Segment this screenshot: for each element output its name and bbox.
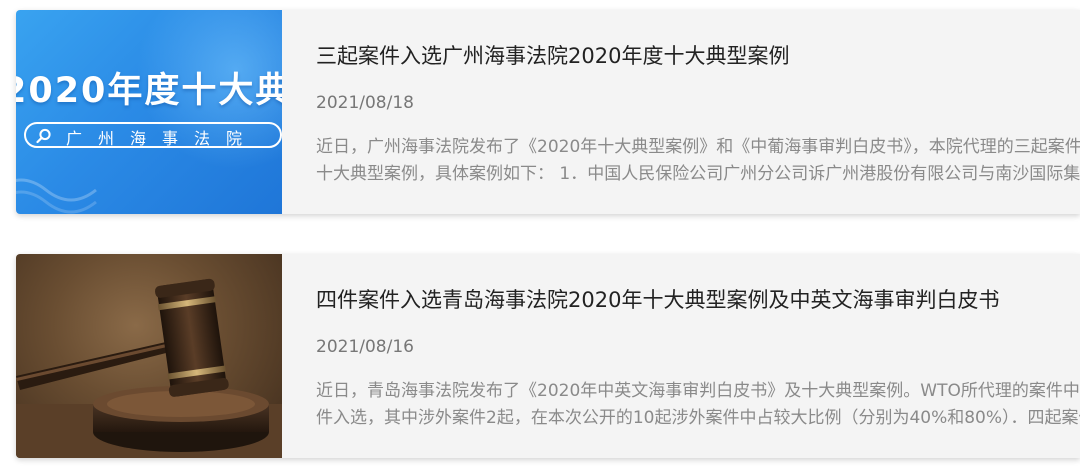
banner-title: 2020年度十大典型案例 — [16, 71, 282, 111]
article-title[interactable]: 三起案件入选广州海事法院2020年度十大典型案例 — [316, 43, 789, 69]
article-list: 2020年度十大典型案例 广州海事法院 三起案件入选广州海事法院2020年度十大… — [0, 0, 1080, 471]
article-card[interactable]: 四件案件入选青岛海事法院2020年十大典型案例及中英文海事审判白皮书 2021/… — [16, 254, 1080, 458]
article-content: 三起案件入选广州海事法院2020年度十大典型案例 2021/08/18 近日，广… — [316, 10, 1080, 214]
banner-court-name: 广州海事法院 — [66, 129, 259, 148]
article-date: 2021/08/16 — [316, 337, 414, 357]
banner-wave-decoration — [16, 178, 97, 214]
article-thumbnail[interactable] — [16, 254, 282, 458]
banner-search-pill: 广州海事法院 — [24, 122, 282, 148]
search-icon — [36, 128, 51, 144]
article-content: 四件案件入选青岛海事法院2020年十大典型案例及中英文海事审判白皮书 2021/… — [316, 254, 1080, 458]
article-thumbnail[interactable]: 2020年度十大典型案例 广州海事法院 — [16, 10, 282, 214]
article-title[interactable]: 四件案件入选青岛海事法院2020年十大典型案例及中英文海事审判白皮书 — [316, 287, 999, 313]
article-card[interactable]: 2020年度十大典型案例 广州海事法院 三起案件入选广州海事法院2020年度十大… — [16, 10, 1080, 214]
article-summary: 近日，青岛海事法院发布了《2020年中英文海事审判白皮书》及十大典型案例。WTO… — [316, 381, 1080, 428]
article-date: 2021/08/18 — [316, 93, 414, 113]
article-summary: 近日，广州海事法院发布了《2020年十大典型案例》和《中葡海事审判白皮书》，本院… — [316, 137, 1080, 184]
gavel-icon — [16, 278, 282, 458]
